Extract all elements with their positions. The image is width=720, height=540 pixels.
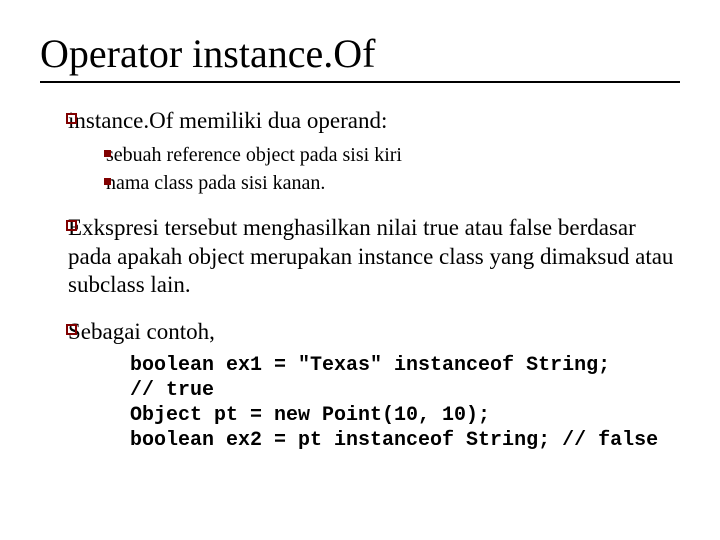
sub-bullet-text: nama class pada sisi kanan. <box>106 172 325 194</box>
bullet-item: instance.Of memiliki dua operand: sebuah… <box>68 107 680 196</box>
code-block: boolean ex1 = "Texas" instanceof String;… <box>130 353 680 453</box>
slide-title: Operator instance.Of <box>40 30 680 83</box>
sub-bullet-list: sebuah reference object pada sisi kiri n… <box>68 142 680 196</box>
slide: Operator instance.Of instance.Of memilik… <box>0 0 720 540</box>
sub-bullet-item: nama class pada sisi kanan. <box>106 170 680 196</box>
bullet-item: Sebagai contoh, boolean ex1 = "Texas" in… <box>68 318 680 453</box>
bullet-item: Exkspresi tersebut menghasilkan nilai tr… <box>68 214 680 300</box>
bullet-text: Sebagai contoh, <box>68 319 215 344</box>
bullet-text: instance.Of memiliki dua operand: <box>68 108 387 133</box>
sub-bullet-item: sebuah reference object pada sisi kiri <box>106 142 680 168</box>
sub-bullet-text: sebuah reference object pada sisi kiri <box>106 144 402 166</box>
bullet-list: instance.Of memiliki dua operand: sebuah… <box>40 107 680 453</box>
bullet-text: Exkspresi tersebut menghasilkan nilai tr… <box>68 215 673 298</box>
